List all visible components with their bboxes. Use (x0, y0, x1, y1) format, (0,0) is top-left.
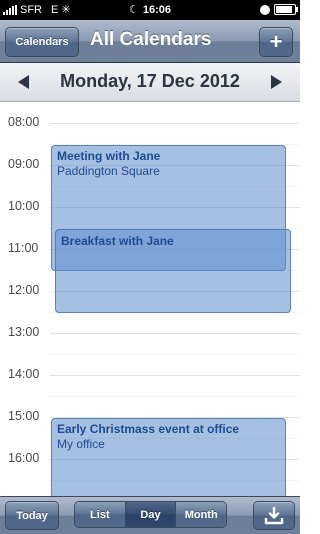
hour-label: 13:00 (8, 325, 40, 339)
nav-title: All Calendars (90, 29, 212, 50)
battery-icon (274, 4, 298, 15)
battery-level (276, 6, 293, 13)
hour-label: 14:00 (8, 367, 40, 381)
event-location: My office (57, 437, 105, 451)
event-title: Meeting with Jane (57, 149, 161, 163)
hour-gridline (50, 123, 300, 124)
moon-icon: ☾ (128, 4, 139, 16)
calendars-button[interactable]: Calendars (5, 27, 79, 57)
day-view-grid[interactable]: 08:00 09:00 10:00 11:00 12:00 13:00 14:00 15:00… (0, 102, 300, 497)
hour-label: 11:00 (8, 241, 39, 255)
event-location: Paddington Square (57, 164, 160, 178)
hour-gridline (50, 333, 300, 334)
hour-label: 16:00 (8, 451, 40, 465)
status-time: 16:06 (142, 4, 171, 16)
segment-day[interactable]: Day (125, 502, 177, 527)
nav-bar: Calendars All Calendars + (0, 20, 300, 63)
status-right (260, 4, 298, 15)
hour-label: 08:00 (8, 115, 40, 129)
half-hour-gridline (50, 354, 300, 355)
hour-label: 12:00 (8, 283, 40, 297)
hour-label: 10:00 (8, 199, 40, 213)
segment-month[interactable]: Month (176, 502, 226, 527)
hour-gridline (50, 375, 300, 376)
event-block[interactable]: Breakfast with Jane (55, 229, 291, 313)
event-title: Breakfast with Jane (61, 234, 174, 248)
segment-list[interactable]: List (75, 502, 126, 527)
today-button[interactable]: Today (5, 501, 59, 530)
add-event-button[interactable]: + (259, 27, 293, 57)
status-time-area: ☾ 16:06 (0, 3, 300, 16)
download-button[interactable] (253, 501, 295, 530)
view-segmented-control: List Day Month (74, 501, 227, 528)
event-block[interactable]: Early Christmass event at office My offic… (51, 418, 286, 497)
half-hour-gridline (50, 396, 300, 397)
hour-label: 15:00 (8, 409, 40, 423)
status-bar: SFR E ✳ ☾ 16:06 (0, 0, 300, 20)
rotation-lock-icon (260, 4, 270, 15)
bottom-toolbar: Today List Day Month (0, 496, 300, 534)
event-title: Early Christmass event at office (57, 422, 240, 436)
date-bar: Monday, 17 Dec 2012 (0, 63, 300, 102)
right-arrow-icon[interactable] (271, 75, 282, 89)
download-tray-icon (264, 506, 284, 524)
date-title: Monday, 17 Dec 2012 (60, 71, 240, 91)
hour-label: 09:00 (8, 157, 40, 171)
